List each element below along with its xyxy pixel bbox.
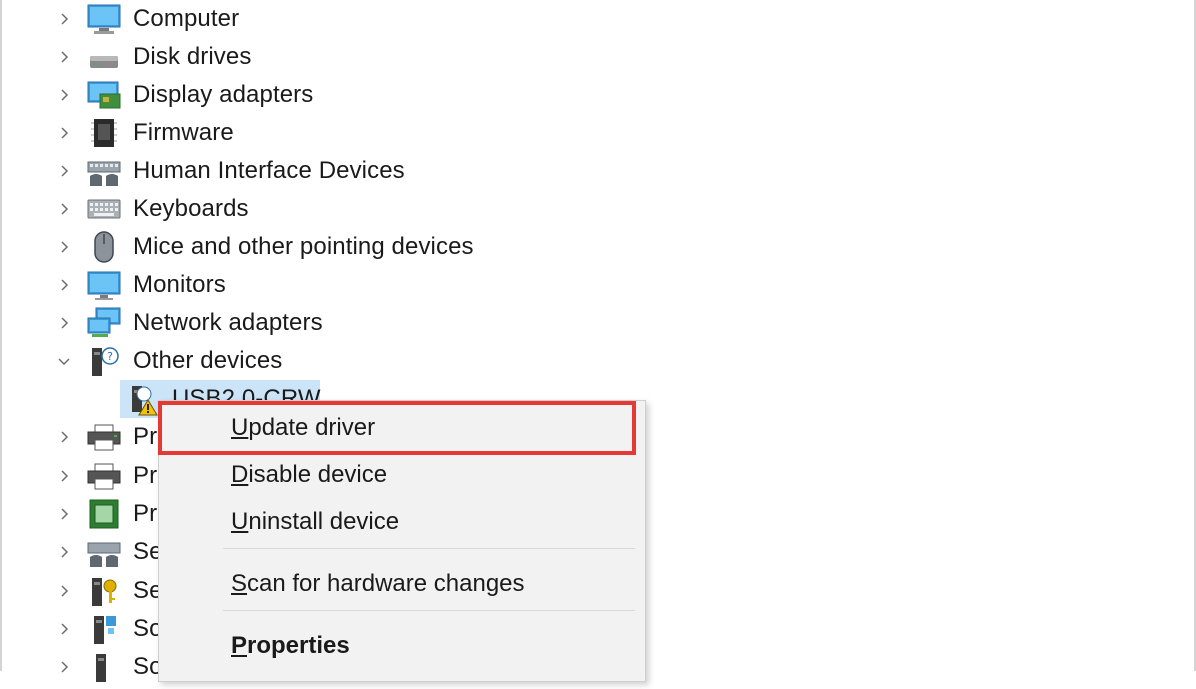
monitor-icon bbox=[86, 268, 122, 302]
chevron-right-icon[interactable] bbox=[56, 468, 72, 484]
highlight-annotation-box bbox=[158, 401, 636, 455]
network-adapter-icon bbox=[86, 306, 122, 340]
tree-item-label: Computer bbox=[133, 5, 240, 32]
chevron-right-icon[interactable] bbox=[56, 87, 72, 103]
software-component-icon bbox=[86, 612, 122, 646]
chevron-down-icon[interactable] bbox=[56, 353, 72, 369]
computer-icon bbox=[86, 2, 122, 36]
processor-icon bbox=[86, 497, 122, 531]
hid-icon bbox=[86, 154, 122, 188]
keyboard-icon bbox=[86, 192, 122, 226]
tree-item-label: Human Interface Devices bbox=[133, 157, 405, 184]
menu-separator bbox=[223, 548, 635, 549]
menu-item-uninstall-device[interactable]: Uninstall device bbox=[159, 499, 643, 545]
menu-item-properties[interactable]: Properties bbox=[159, 623, 643, 669]
warning-device-icon bbox=[126, 382, 162, 416]
chevron-right-icon[interactable] bbox=[56, 315, 72, 331]
chevron-right-icon[interactable] bbox=[56, 163, 72, 179]
svg-text:?: ? bbox=[107, 350, 113, 363]
tree-item-label: Pr bbox=[133, 423, 158, 450]
menu-item-scan-hardware[interactable]: Scan for hardware changes bbox=[159, 561, 643, 607]
tree-item-label: Firmware bbox=[133, 119, 234, 146]
firmware-chip-icon bbox=[86, 116, 122, 150]
menu-item-label: Scan for hardware changes bbox=[231, 570, 525, 597]
sensor-icon bbox=[86, 535, 122, 569]
disk-drive-icon bbox=[86, 40, 122, 74]
menu-item-label: Uninstall device bbox=[231, 508, 400, 535]
chevron-right-icon[interactable] bbox=[56, 201, 72, 217]
tree-item-label: Pr bbox=[133, 500, 158, 527]
chevron-right-icon[interactable] bbox=[56, 659, 72, 675]
menu-item-label: Disable device bbox=[231, 461, 388, 488]
chevron-right-icon[interactable] bbox=[56, 11, 72, 27]
chevron-right-icon[interactable] bbox=[56, 544, 72, 560]
printer-icon bbox=[86, 459, 122, 493]
chevron-right-icon[interactable] bbox=[56, 429, 72, 445]
display-adapter-icon bbox=[86, 78, 122, 112]
chevron-right-icon[interactable] bbox=[56, 583, 72, 599]
tree-item-label: Monitors bbox=[133, 271, 226, 298]
unknown-device-icon: ? bbox=[86, 344, 122, 378]
tree-item-label: Network adapters bbox=[133, 309, 323, 336]
security-device-icon bbox=[86, 574, 122, 608]
tree-item-label: Mice and other pointing devices bbox=[133, 233, 474, 260]
chevron-right-icon[interactable] bbox=[56, 125, 72, 141]
chevron-right-icon[interactable] bbox=[56, 621, 72, 637]
chevron-right-icon[interactable] bbox=[56, 277, 72, 293]
chevron-right-icon[interactable] bbox=[56, 239, 72, 255]
tree-item-label: Pr bbox=[133, 462, 158, 489]
mouse-icon bbox=[86, 230, 122, 264]
chevron-right-icon[interactable] bbox=[56, 49, 72, 65]
tree-item-label: Keyboards bbox=[133, 195, 249, 222]
tree-item-label: Other devices bbox=[133, 347, 283, 374]
software-device-icon bbox=[86, 650, 122, 684]
menu-item-disable-device[interactable]: Disable device bbox=[159, 452, 643, 498]
tree-item-label: Disk drives bbox=[133, 43, 252, 70]
menu-separator bbox=[223, 610, 635, 611]
menu-item-label: Properties bbox=[231, 632, 350, 659]
tree-item-label: Display adapters bbox=[133, 81, 314, 108]
chevron-right-icon[interactable] bbox=[56, 506, 72, 522]
printer-icon bbox=[86, 420, 122, 454]
